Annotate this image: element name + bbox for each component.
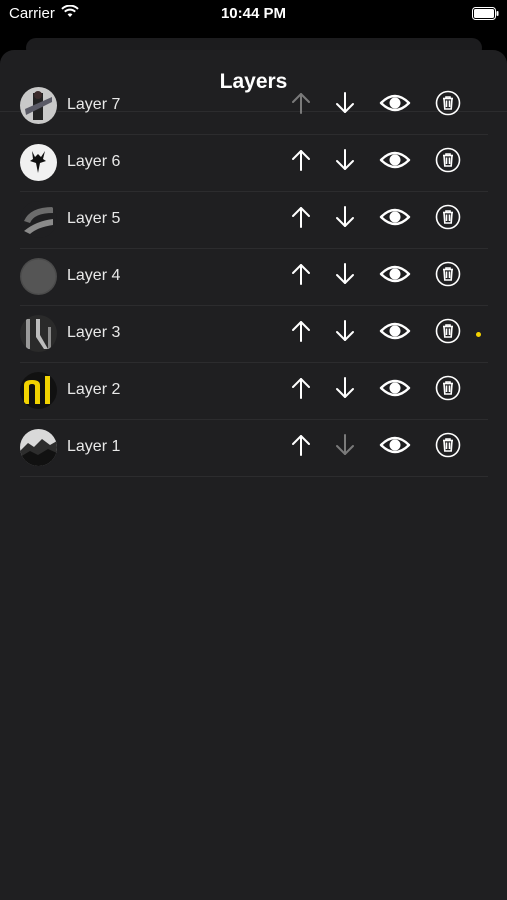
arrow-down-icon	[334, 148, 356, 177]
layer-thumbnail	[20, 315, 57, 352]
arrow-down-icon	[334, 376, 356, 405]
trash-icon	[435, 375, 461, 406]
status-time: 10:44 PM	[220, 5, 287, 22]
move-down-button[interactable]	[330, 261, 360, 291]
eye-icon	[379, 92, 411, 119]
battery-icon	[472, 7, 499, 24]
layer-list: Layer 7 Layer 6 Layer 5 Layer 4 Layer 3 Layer…	[20, 78, 488, 477]
move-up-button[interactable]	[286, 318, 316, 348]
move-down-button[interactable]	[330, 318, 360, 348]
toggle-visibility-button[interactable]	[378, 90, 412, 120]
delete-layer-button[interactable]	[433, 147, 463, 177]
arrow-up-icon	[290, 433, 312, 462]
eye-icon	[379, 206, 411, 233]
layer-row[interactable]: Layer 5	[20, 192, 488, 249]
trash-icon	[435, 204, 461, 235]
active-layer-indicator	[476, 332, 481, 337]
toggle-visibility-button[interactable]	[378, 375, 412, 405]
layer-name: Layer 2	[67, 381, 121, 398]
layer-name: Layer 3	[67, 324, 121, 341]
move-down-button[interactable]	[330, 204, 360, 234]
arrow-up-icon	[290, 91, 312, 120]
delete-layer-button[interactable]	[433, 375, 463, 405]
arrow-down-icon	[334, 433, 356, 462]
move-up-button[interactable]	[286, 375, 316, 405]
eye-icon	[379, 263, 411, 290]
status-bar: Carrier 10:44 PM	[0, 0, 507, 30]
layer-thumbnail	[20, 372, 57, 409]
trash-icon	[435, 261, 461, 292]
eye-icon	[379, 434, 411, 461]
eye-icon	[379, 377, 411, 404]
move-up-button[interactable]	[286, 204, 316, 234]
layer-row[interactable]: Layer 1	[20, 420, 488, 477]
trash-icon	[435, 432, 461, 463]
layer-row[interactable]: Layer 3	[20, 306, 488, 363]
layer-name: Layer 6	[67, 153, 121, 170]
arrow-up-icon	[290, 205, 312, 234]
toggle-visibility-button[interactable]	[378, 432, 412, 462]
toggle-visibility-button[interactable]	[378, 318, 412, 348]
layer-name: Layer 4	[67, 267, 121, 284]
layer-name: Layer 5	[67, 210, 121, 227]
arrow-down-icon	[334, 262, 356, 291]
delete-layer-button[interactable]	[433, 204, 463, 234]
arrow-up-icon	[290, 262, 312, 291]
toggle-visibility-button[interactable]	[378, 261, 412, 291]
move-up-button[interactable]	[286, 432, 316, 462]
layer-row[interactable]: Layer 7	[20, 78, 488, 135]
layer-thumbnail	[20, 258, 57, 295]
arrow-up-icon	[290, 319, 312, 348]
move-down-button[interactable]	[330, 147, 360, 177]
layer-row[interactable]: Layer 4	[20, 249, 488, 306]
eye-icon	[379, 149, 411, 176]
move-up-button[interactable]	[286, 261, 316, 291]
layer-thumbnail	[20, 144, 57, 181]
delete-layer-button[interactable]	[433, 318, 463, 348]
arrow-down-icon	[334, 91, 356, 120]
arrow-down-icon	[334, 205, 356, 234]
arrow-down-icon	[334, 319, 356, 348]
arrow-up-icon	[290, 148, 312, 177]
layer-row[interactable]: Layer 2	[20, 363, 488, 420]
layer-row[interactable]: Layer 6	[20, 135, 488, 192]
layer-thumbnail	[20, 87, 57, 124]
move-up-button[interactable]	[286, 147, 316, 177]
move-down-button[interactable]	[330, 375, 360, 405]
toggle-visibility-button[interactable]	[378, 147, 412, 177]
move-up-button[interactable]	[286, 90, 316, 120]
delete-layer-button[interactable]	[433, 90, 463, 120]
layer-thumbnail	[20, 429, 57, 466]
delete-layer-button[interactable]	[433, 432, 463, 462]
arrow-up-icon	[290, 376, 312, 405]
trash-icon	[435, 90, 461, 121]
eye-icon	[379, 320, 411, 347]
trash-icon	[435, 147, 461, 178]
layer-thumbnail	[20, 201, 57, 238]
move-down-button[interactable]	[330, 90, 360, 120]
toggle-visibility-button[interactable]	[378, 204, 412, 234]
trash-icon	[435, 318, 461, 349]
delete-layer-button[interactable]	[433, 261, 463, 291]
layer-name: Layer 1	[67, 438, 121, 455]
move-down-button[interactable]	[330, 432, 360, 462]
layer-name: Layer 7	[67, 96, 121, 113]
